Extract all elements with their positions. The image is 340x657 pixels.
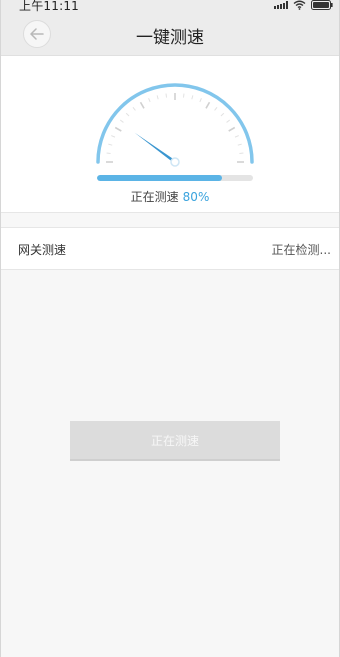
gauge-tick — [239, 152, 244, 155]
gateway-speed-label: 网关测速 — [18, 243, 67, 257]
gauge-tick — [111, 135, 116, 138]
wifi-icon — [293, 0, 306, 10]
gauge-tick — [139, 101, 145, 109]
page-title: 一键测速 — [136, 28, 204, 48]
speed-test-button[interactable]: 正在测速 — [70, 421, 280, 461]
gauge-tick — [125, 112, 130, 117]
speed-gauge-panel: 正在测速 80% — [1, 56, 339, 213]
gauge-tick — [237, 143, 242, 146]
status-bar: 上午11:11 — [1, 0, 339, 13]
gauge-needle-hub — [170, 157, 180, 167]
speedometer-gauge — [96, 83, 254, 167]
speed-test-screen: 上午11:11 一键测速 正在测速 80% 网关测速 正在检测... 正在测速 — [0, 0, 340, 657]
gauge-tick — [114, 126, 122, 132]
gauge-tick — [199, 98, 202, 103]
progress-bar — [97, 175, 253, 181]
progress-bar-fill — [97, 175, 222, 181]
gateway-speed-status: 正在检测... — [271, 243, 331, 257]
gauge-tick — [214, 106, 218, 111]
gauge-tick — [132, 106, 136, 111]
gauge-tick — [119, 119, 124, 123]
gauge-tick — [182, 93, 185, 98]
gauge-tick — [220, 112, 225, 117]
gauge-tick — [165, 93, 168, 98]
progress-status: 正在测速 80% — [1, 188, 339, 205]
gauge-tick — [205, 101, 211, 109]
gauge-needle — [134, 132, 180, 167]
gauge-tick — [108, 143, 113, 146]
gauge-tick — [156, 95, 159, 100]
gauge-tick — [148, 98, 151, 103]
gauge-tick — [106, 152, 111, 155]
gauge-tick — [191, 95, 194, 100]
gauge-tick — [228, 126, 236, 132]
progress-status-text: 正在测速 — [130, 190, 179, 204]
gauge-tick — [226, 119, 231, 123]
section-divider — [1, 213, 339, 227]
status-icons — [274, 0, 333, 10]
gauge-tick — [234, 135, 239, 138]
progress-percent: 80% — [182, 190, 210, 204]
signal-icon — [274, 1, 288, 9]
nav-bar: 一键测速 — [1, 12, 339, 56]
gateway-speed-row: 网关测速 正在检测... — [1, 227, 339, 270]
battery-icon — [311, 0, 333, 10]
